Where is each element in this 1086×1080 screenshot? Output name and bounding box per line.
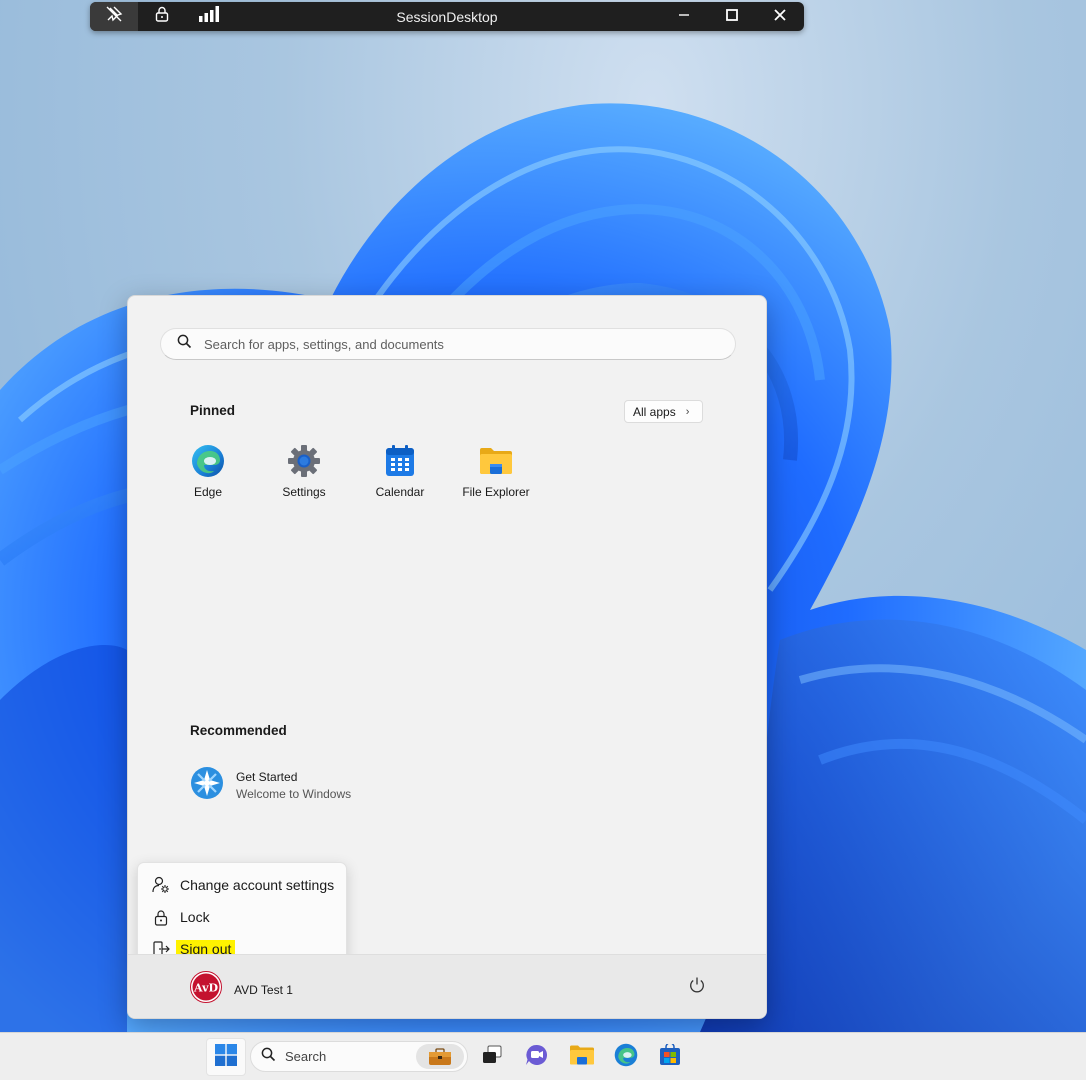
connection-lock-button[interactable] xyxy=(138,2,186,31)
close-icon xyxy=(774,8,786,26)
recommended-item-title: Get Started xyxy=(236,770,298,784)
minimize-button[interactable] xyxy=(660,2,708,31)
start-search-box[interactable] xyxy=(160,328,736,360)
all-apps-label: All apps xyxy=(633,404,676,419)
start-search-input[interactable] xyxy=(204,336,704,352)
maximize-icon xyxy=(726,8,738,26)
pinned-heading: Pinned xyxy=(190,403,236,418)
user-name: AVD Test 1 xyxy=(234,982,293,997)
account-settings-icon xyxy=(152,876,170,894)
settings-gear-icon xyxy=(287,444,321,478)
minimize-icon xyxy=(678,8,690,26)
pinned-app-label: File Explorer xyxy=(462,485,530,499)
lock-icon xyxy=(152,908,170,926)
pinned-app-label: Calendar xyxy=(375,485,425,499)
lock-label: Lock xyxy=(180,909,210,925)
start-menu-footer: AvD AVD Test 1 xyxy=(128,954,766,1018)
folder-icon xyxy=(479,444,513,478)
task-view-icon xyxy=(481,1045,503,1070)
pinned-apps-grid: Edge Settings Calendar File Explorer xyxy=(160,444,544,508)
change-account-settings-label: Change account settings xyxy=(180,877,335,893)
calendar-icon xyxy=(383,444,417,478)
work-icon xyxy=(416,1044,464,1069)
chevron-right-icon: › xyxy=(685,405,690,418)
start-icon xyxy=(215,1043,237,1071)
taskbar: Search xyxy=(0,1032,1086,1080)
account-flyout-menu: Change account settings Lock Sign out xyxy=(137,862,347,962)
start-menu: Pinned All apps › Edge xyxy=(127,295,767,1019)
taskbar-search[interactable]: Search xyxy=(250,1041,468,1072)
pinned-app-settings[interactable]: Settings xyxy=(256,444,352,508)
all-apps-button[interactable]: All apps › xyxy=(624,400,703,423)
connection-bar-left xyxy=(90,2,234,31)
file-explorer-icon xyxy=(569,1044,595,1071)
user-account-button[interactable]: AvD AVD Test 1 xyxy=(190,971,293,1008)
lock-item[interactable]: Lock xyxy=(138,901,346,933)
recommended-heading: Recommended xyxy=(190,723,287,738)
unpin-icon xyxy=(105,5,123,28)
edge-icon xyxy=(191,444,225,478)
pinned-app-edge[interactable]: Edge xyxy=(160,444,256,508)
search-icon xyxy=(177,334,192,354)
signal-bars-icon xyxy=(199,6,221,27)
store-button[interactable] xyxy=(650,1038,690,1076)
power-icon xyxy=(688,976,706,999)
start-button[interactable] xyxy=(206,1038,246,1076)
close-button[interactable] xyxy=(756,2,804,31)
pinned-app-label: Edge xyxy=(193,485,223,499)
search-icon xyxy=(261,1047,276,1067)
connection-bar: SessionDesktop xyxy=(90,2,804,31)
edge-icon xyxy=(614,1043,638,1072)
maximize-button[interactable] xyxy=(708,2,756,31)
avatar-text: AvD xyxy=(193,982,218,995)
teams-chat-button[interactable] xyxy=(517,1038,557,1076)
file-explorer-button[interactable] xyxy=(562,1038,602,1076)
connection-quality-button[interactable] xyxy=(186,2,234,31)
lock-icon xyxy=(155,6,169,27)
taskbar-search-label: Search xyxy=(285,1049,327,1064)
pinned-app-label: Settings xyxy=(282,485,326,499)
task-view-button[interactable] xyxy=(472,1038,512,1076)
recommended-item-get-started[interactable]: Get Started Welcome to Windows xyxy=(190,766,351,805)
edge-taskbar-button[interactable] xyxy=(606,1038,646,1076)
avatar: AvD xyxy=(190,971,222,1008)
store-icon xyxy=(659,1041,681,1071)
power-button[interactable] xyxy=(686,976,708,998)
teams-chat-icon xyxy=(525,1044,549,1071)
change-account-settings-item[interactable]: Change account settings xyxy=(138,869,346,901)
window-controls xyxy=(660,2,804,31)
recommended-item-subtitle: Welcome to Windows xyxy=(236,787,352,801)
pinned-app-file-explorer[interactable]: File Explorer xyxy=(448,444,544,508)
get-started-icon xyxy=(190,766,224,805)
pinned-app-calendar[interactable]: Calendar xyxy=(352,444,448,508)
unpin-button[interactable] xyxy=(90,2,138,31)
